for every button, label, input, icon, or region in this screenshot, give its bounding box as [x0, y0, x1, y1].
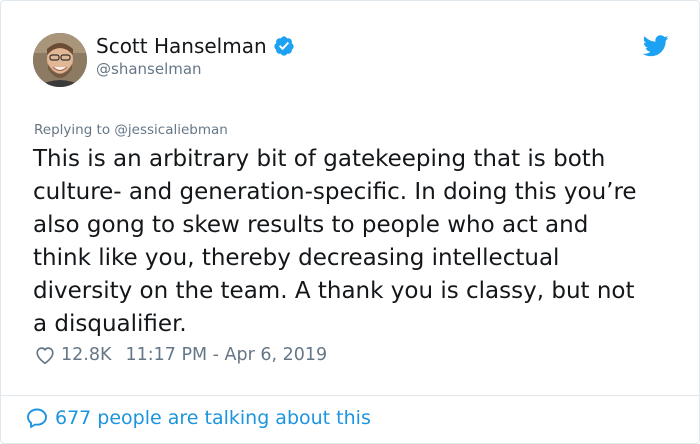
tweet-card: Scott Hanselman @shanselman Replying to … [0, 0, 700, 444]
reply-prefix: Replying to [34, 122, 115, 138]
speech-bubble-icon [27, 408, 47, 428]
heart-icon[interactable] [34, 344, 56, 366]
author-name-row[interactable]: Scott Hanselman [96, 34, 295, 58]
conversation-text[interactable]: 677 people are talking about this [55, 407, 371, 429]
tweet-meta: 12.8K 11:17 PM - Apr 6, 2019 [34, 344, 327, 366]
avatar-photo [33, 33, 87, 87]
author-handle[interactable]: @shanselman [96, 60, 202, 78]
verified-badge-icon [274, 36, 294, 56]
conversation-link[interactable]: 677 people are talking about this [25, 406, 371, 430]
avatar[interactable] [33, 33, 87, 87]
reply-to-link[interactable]: @jessicaliebman [114, 122, 227, 138]
tweet-timestamp[interactable]: 11:17 PM - Apr 6, 2019 [125, 345, 327, 365]
reply-context: Replying to @jessicaliebman [34, 122, 228, 138]
tweet-text: This is an arbitrary bit of gatekeeping … [33, 146, 637, 337]
like-count[interactable]: 12.8K [61, 345, 111, 365]
twitter-bird-icon[interactable] [643, 35, 669, 57]
divider [1, 395, 699, 396]
author-name[interactable]: Scott Hanselman [96, 34, 267, 58]
